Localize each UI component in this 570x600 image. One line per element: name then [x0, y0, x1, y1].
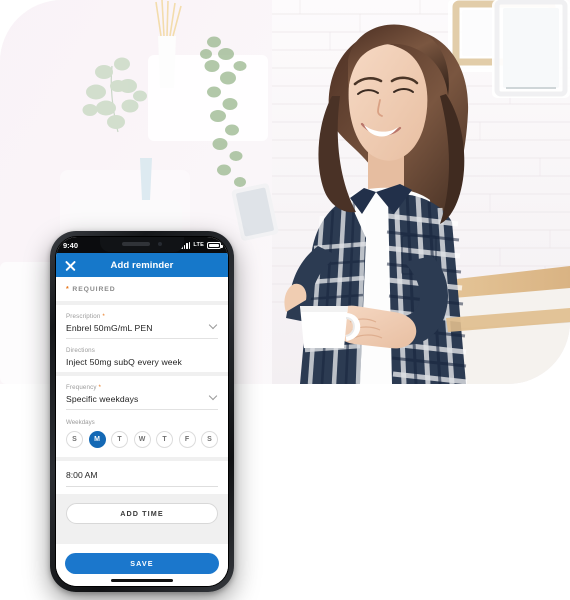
frequency-field[interactable]: Frequency * Specific weekdays	[66, 376, 218, 409]
required-note: * REQUIRED	[56, 277, 228, 301]
weekdays-section: Weekdays S M T W T F S	[66, 409, 218, 457]
phone-mockup: 9:40 LTE Add reminder * REQUIRED Prescri…	[50, 231, 234, 592]
required-asterisk: *	[100, 313, 105, 320]
time-value[interactable]: 8:00 AM	[66, 470, 218, 487]
close-icon[interactable]	[64, 259, 77, 272]
weekday-chip-fri[interactable]: F	[178, 431, 196, 448]
network-label: LTE	[193, 242, 204, 248]
required-asterisk: *	[96, 384, 102, 391]
weekday-chip-tue[interactable]: T	[111, 431, 128, 448]
weekday-chip-sun[interactable]: S	[66, 431, 83, 448]
time-card: 8:00 AM	[56, 461, 228, 494]
directions-label: Directions	[66, 347, 96, 354]
directions-value: Inject 50mg subQ every week	[66, 357, 182, 367]
battery-icon	[207, 241, 223, 249]
required-asterisk: *	[66, 286, 70, 293]
app-bar: Add reminder	[56, 253, 228, 277]
weekday-chip-sat[interactable]: S	[201, 431, 218, 448]
status-bar-indicators: LTE	[181, 241, 223, 249]
add-time-button[interactable]: ADD TIME	[66, 503, 218, 524]
phone-screen: 9:40 LTE Add reminder * REQUIRED Prescri…	[55, 236, 229, 587]
earpiece-speaker-icon	[122, 242, 150, 246]
page-title: Add reminder	[110, 259, 174, 271]
status-bar-time: 9:40	[63, 240, 79, 250]
home-indicator	[111, 579, 173, 582]
weekday-chip-wed[interactable]: W	[133, 431, 151, 448]
weekdays-label: Weekdays	[66, 419, 95, 426]
frequency-label-text: Frequency	[66, 384, 97, 391]
fields-card: Prescription * Enbrel 50mG/mL PEN Direct…	[56, 305, 228, 372]
directions-field[interactable]: Directions Inject 50mg subQ every week	[66, 339, 218, 372]
prescription-label-text: Prescription	[66, 313, 101, 320]
frequency-card: Frequency * Specific weekdays Weekdays S…	[56, 376, 228, 457]
phone-notch	[100, 237, 184, 252]
prescription-label: Prescription *	[66, 313, 218, 320]
form-body: * REQUIRED Prescription * Enbrel 50mG/mL…	[56, 277, 228, 586]
weekday-selector: S M T W T F S	[66, 431, 218, 457]
save-section: SAVE	[56, 544, 228, 586]
frequency-label: Frequency *	[66, 384, 218, 391]
frequency-value: Specific weekdays	[66, 394, 139, 404]
page-root: 9:40 LTE Add reminder * REQUIRED Prescri…	[0, 0, 570, 600]
weekday-chip-thu[interactable]: T	[156, 431, 173, 448]
front-camera-icon	[158, 242, 162, 246]
prescription-field[interactable]: Prescription * Enbrel 50mG/mL PEN	[66, 305, 218, 339]
weekday-chip-mon[interactable]: M	[88, 431, 106, 448]
add-time-section: ADD TIME	[56, 494, 228, 533]
prescription-value: Enbrel 50mG/mL PEN	[66, 323, 153, 333]
required-label: REQUIRED	[72, 286, 116, 293]
save-button[interactable]: SAVE	[65, 553, 219, 574]
